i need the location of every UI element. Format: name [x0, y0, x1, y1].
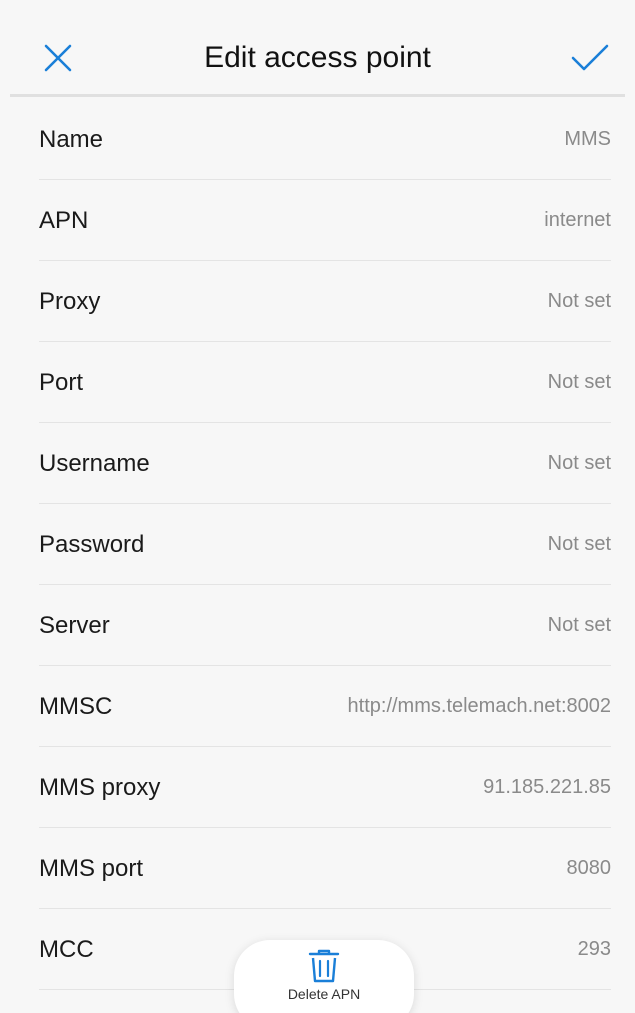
setting-row-username[interactable]: Username Not set [0, 423, 635, 504]
setting-label: MMS proxy [39, 773, 161, 801]
header-bar: Edit access point [0, 0, 635, 97]
setting-row-apn[interactable]: APN internet [0, 180, 635, 261]
apn-settings-list: Name MMS APN internet Proxy Not set Port… [0, 99, 635, 990]
setting-value: Not set [547, 533, 611, 555]
trash-icon [308, 949, 340, 983]
setting-value: Not set [547, 452, 611, 474]
delete-apn-label: Delete APN [287, 986, 361, 1002]
setting-value: internet [544, 209, 611, 231]
setting-label: APN [39, 206, 89, 234]
setting-row-port[interactable]: Port Not set [0, 342, 635, 423]
setting-row-proxy[interactable]: Proxy Not set [0, 261, 635, 342]
setting-value: Not set [547, 371, 611, 393]
setting-value: http://mms.telemach.net:8002 [347, 695, 611, 717]
setting-value: 8080 [566, 857, 612, 879]
setting-value: Not set [547, 614, 611, 636]
setting-value: 91.185.221.85 [483, 776, 611, 798]
setting-row-mms-port[interactable]: MMS port 8080 [0, 828, 635, 909]
edit-apn-screen: Edit access point Name MMS APN internet … [0, 0, 635, 1013]
setting-label: Proxy [39, 287, 101, 315]
checkmark-icon [571, 44, 609, 71]
setting-label: MMSC [39, 692, 113, 720]
setting-row-password[interactable]: Password Not set [0, 504, 635, 585]
setting-label: MMS port [39, 854, 144, 882]
setting-value: 293 [577, 938, 611, 960]
setting-value: MMS [564, 128, 611, 150]
setting-label: Username [39, 449, 150, 477]
page-title: Edit access point [204, 41, 431, 74]
setting-row-mmsc[interactable]: MMSC http://mms.telemach.net:8002 [0, 666, 635, 747]
setting-label: Password [39, 530, 145, 558]
setting-value: Not set [547, 290, 611, 312]
setting-label: MCC [39, 935, 94, 963]
delete-apn-button[interactable]: Delete APN [234, 940, 414, 1013]
setting-label: Port [39, 368, 84, 396]
setting-label: Name [39, 125, 104, 153]
setting-label: Server [39, 611, 110, 639]
setting-row-mms-proxy[interactable]: MMS proxy 91.185.221.85 [0, 747, 635, 828]
setting-row-name[interactable]: Name MMS [0, 99, 635, 180]
save-button[interactable] [565, 33, 615, 83]
header-divider [10, 94, 625, 97]
setting-row-server[interactable]: Server Not set [0, 585, 635, 666]
